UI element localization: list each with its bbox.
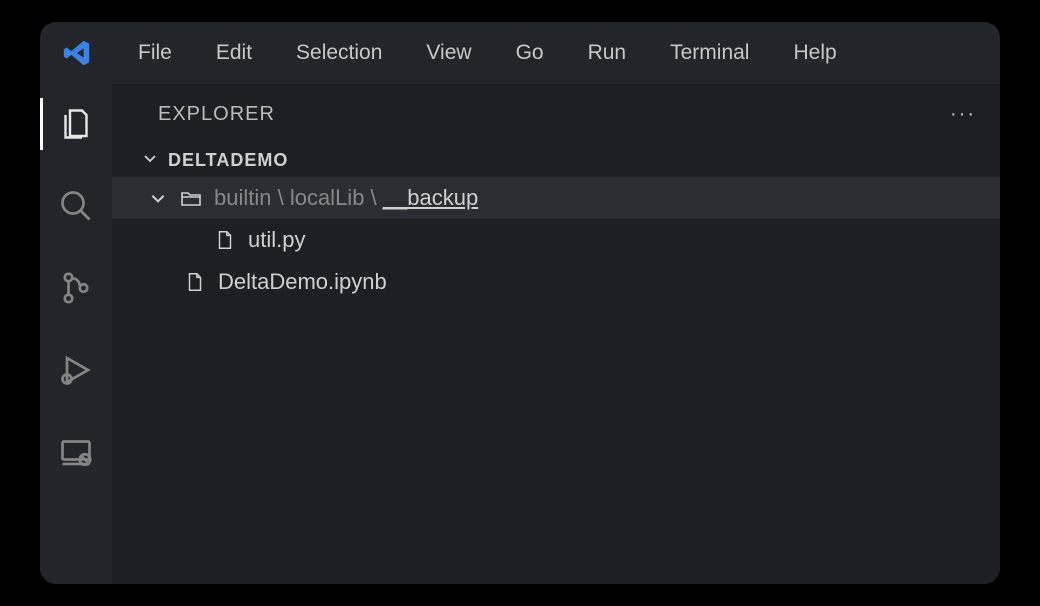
vscode-logo-icon xyxy=(60,36,94,70)
chevron-down-icon xyxy=(148,189,168,207)
menu-terminal[interactable]: Terminal xyxy=(652,37,767,69)
folder-open-icon xyxy=(178,185,204,211)
tree-file-label: util.py xyxy=(248,227,305,253)
file-icon xyxy=(212,227,238,253)
workspace-header[interactable]: DELTADEMO xyxy=(112,144,1000,177)
file-tree: builtin \ localLib \ __backup util.py xyxy=(112,177,1000,303)
menu-file[interactable]: File xyxy=(120,37,190,69)
menu-help[interactable]: Help xyxy=(775,37,854,69)
tree-file-deltademo[interactable]: DeltaDemo.ipynb xyxy=(112,261,1000,303)
explorer-icon[interactable] xyxy=(56,104,96,144)
menu-view[interactable]: View xyxy=(408,37,489,69)
more-icon[interactable]: ··· xyxy=(950,103,982,126)
menu-run[interactable]: Run xyxy=(570,37,645,69)
sidebar-title-row: EXPLORER ··· xyxy=(112,84,1000,144)
menu-bar: File Edit Selection View Go Run Terminal… xyxy=(40,22,1000,84)
tree-folder-label: builtin \ localLib \ __backup xyxy=(214,185,478,211)
explorer-sidebar: EXPLORER ··· DELTADEMO xyxy=(112,84,1000,584)
vscode-window: File Edit Selection View Go Run Terminal… xyxy=(40,22,1000,584)
search-icon[interactable] xyxy=(56,186,96,226)
sidebar-title: EXPLORER xyxy=(158,103,275,126)
tree-file-label: DeltaDemo.ipynb xyxy=(218,269,387,295)
menu-selection[interactable]: Selection xyxy=(278,37,400,69)
workspace-name: DELTADEMO xyxy=(168,150,288,171)
run-debug-icon[interactable] xyxy=(56,350,96,390)
menu-edit[interactable]: Edit xyxy=(198,37,270,69)
chevron-down-icon xyxy=(142,150,158,171)
menu-go[interactable]: Go xyxy=(498,37,562,69)
activity-bar xyxy=(40,84,112,584)
source-control-icon[interactable] xyxy=(56,268,96,308)
remote-icon[interactable] xyxy=(56,432,96,472)
tree-folder-backup[interactable]: builtin \ localLib \ __backup xyxy=(112,177,1000,219)
file-icon xyxy=(182,269,208,295)
tree-file-util[interactable]: util.py xyxy=(112,219,1000,261)
